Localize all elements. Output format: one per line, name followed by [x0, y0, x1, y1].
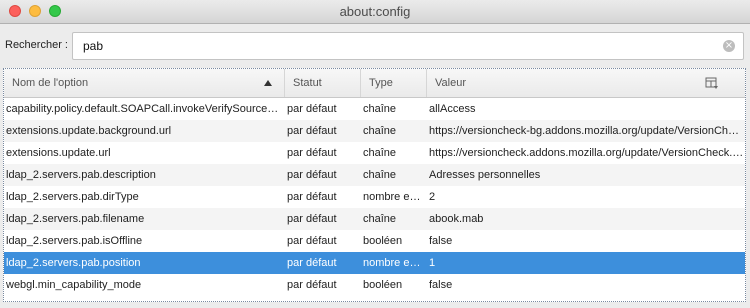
- cell-type: chaîne: [363, 213, 397, 225]
- column-header-name[interactable]: Nom de l'option: [4, 69, 285, 97]
- cell-value: 1: [429, 257, 436, 269]
- table-row[interactable]: capability.policy.default.SOAPCall.invok…: [4, 98, 745, 120]
- table-row[interactable]: extensions.update.background.url par défa…: [4, 120, 745, 142]
- cell-name: extensions.update.url: [6, 147, 111, 159]
- search-label: Rechercher :: [5, 39, 68, 51]
- cell-name: ldap_2.servers.pab.dirType: [6, 191, 139, 203]
- window-title: about:config: [339, 4, 411, 19]
- cell-status: par défaut: [287, 279, 337, 291]
- column-picker-icon[interactable]: [705, 76, 719, 90]
- column-header-status[interactable]: Statut: [285, 69, 361, 97]
- search-value[interactable]: pab: [83, 39, 103, 53]
- cell-type: nombre entier: [363, 191, 423, 203]
- cell-type: booléen: [363, 279, 403, 291]
- clear-search-icon[interactable]: ×: [723, 40, 735, 52]
- cell-status: par défaut: [287, 147, 337, 159]
- search-bar: Rechercher : pab ×: [0, 25, 750, 67]
- cell-status: par défaut: [287, 235, 337, 247]
- column-header-value[interactable]: Valeur: [427, 69, 703, 97]
- cell-name: webgl.min_capability_mode: [6, 279, 142, 291]
- table-header: Nom de l'option Statut Type Valeur: [4, 69, 745, 98]
- cell-type: chaîne: [363, 103, 397, 115]
- cell-value: abook.mab: [429, 213, 484, 225]
- cell-type: chaîne: [363, 125, 397, 137]
- cell-value: https://versioncheck-bg.addons.mozilla.o…: [429, 125, 745, 137]
- table-row[interactable]: ldap_2.servers.pab.dirType par défaut nomb…: [4, 186, 745, 208]
- table-row[interactable]: webgl.min_capability_mode par défaut boolé…: [4, 274, 745, 296]
- column-header-name-label: Nom de l'option: [12, 77, 89, 89]
- cell-value: Adresses personnelles: [429, 169, 541, 181]
- cell-value: allAccess: [429, 103, 476, 115]
- preferences-table: Nom de l'option Statut Type Valeur capab…: [3, 68, 746, 302]
- cell-name: extensions.update.background.url: [6, 125, 172, 137]
- cell-status: par défaut: [287, 257, 337, 269]
- search-input[interactable]: pab ×: [72, 32, 744, 60]
- cell-value: https://versioncheck.addons.mozilla.org/…: [429, 147, 745, 159]
- column-header-type[interactable]: Type: [361, 69, 427, 97]
- cell-type: nombre entier: [363, 257, 423, 269]
- cell-name: ldap_2.servers.pab.isOffline: [6, 235, 143, 247]
- cell-status: par défaut: [287, 213, 337, 225]
- cell-name: ldap_2.servers.pab.description: [6, 169, 156, 181]
- cell-name: capability.policy.default.SOAPCall.invok…: [6, 103, 285, 115]
- cell-value: false: [429, 279, 453, 291]
- cell-type: booléen: [363, 235, 403, 247]
- cell-status: par défaut: [287, 169, 337, 181]
- cell-status: par défaut: [287, 125, 337, 137]
- cell-value: false: [429, 235, 453, 247]
- table-body: capability.policy.default.SOAPCall.invok…: [4, 98, 745, 296]
- cell-type: chaîne: [363, 147, 397, 159]
- cell-name: ldap_2.servers.pab.filename: [6, 213, 145, 225]
- table-row[interactable]: ldap_2.servers.pab.isOffline par défaut bo…: [4, 230, 745, 252]
- table-row[interactable]: ldap_2.servers.pab.description par défaut…: [4, 164, 745, 186]
- cell-value: 2: [429, 191, 436, 203]
- sort-ascending-icon: [264, 80, 272, 86]
- cell-status: par défaut: [287, 191, 337, 203]
- cell-name: ldap_2.servers.pab.position: [6, 257, 141, 269]
- title-bar: about:config: [0, 0, 750, 24]
- table-row[interactable]: ldap_2.servers.pab.filename par défaut cha…: [4, 208, 745, 230]
- cell-type: chaîne: [363, 169, 397, 181]
- table-row[interactable]: extensions.update.url par défaut chaîne htt…: [4, 142, 745, 164]
- cell-status: par défaut: [287, 103, 337, 115]
- table-row[interactable]: ldap_2.servers.pab.position par défaut nom…: [4, 252, 745, 274]
